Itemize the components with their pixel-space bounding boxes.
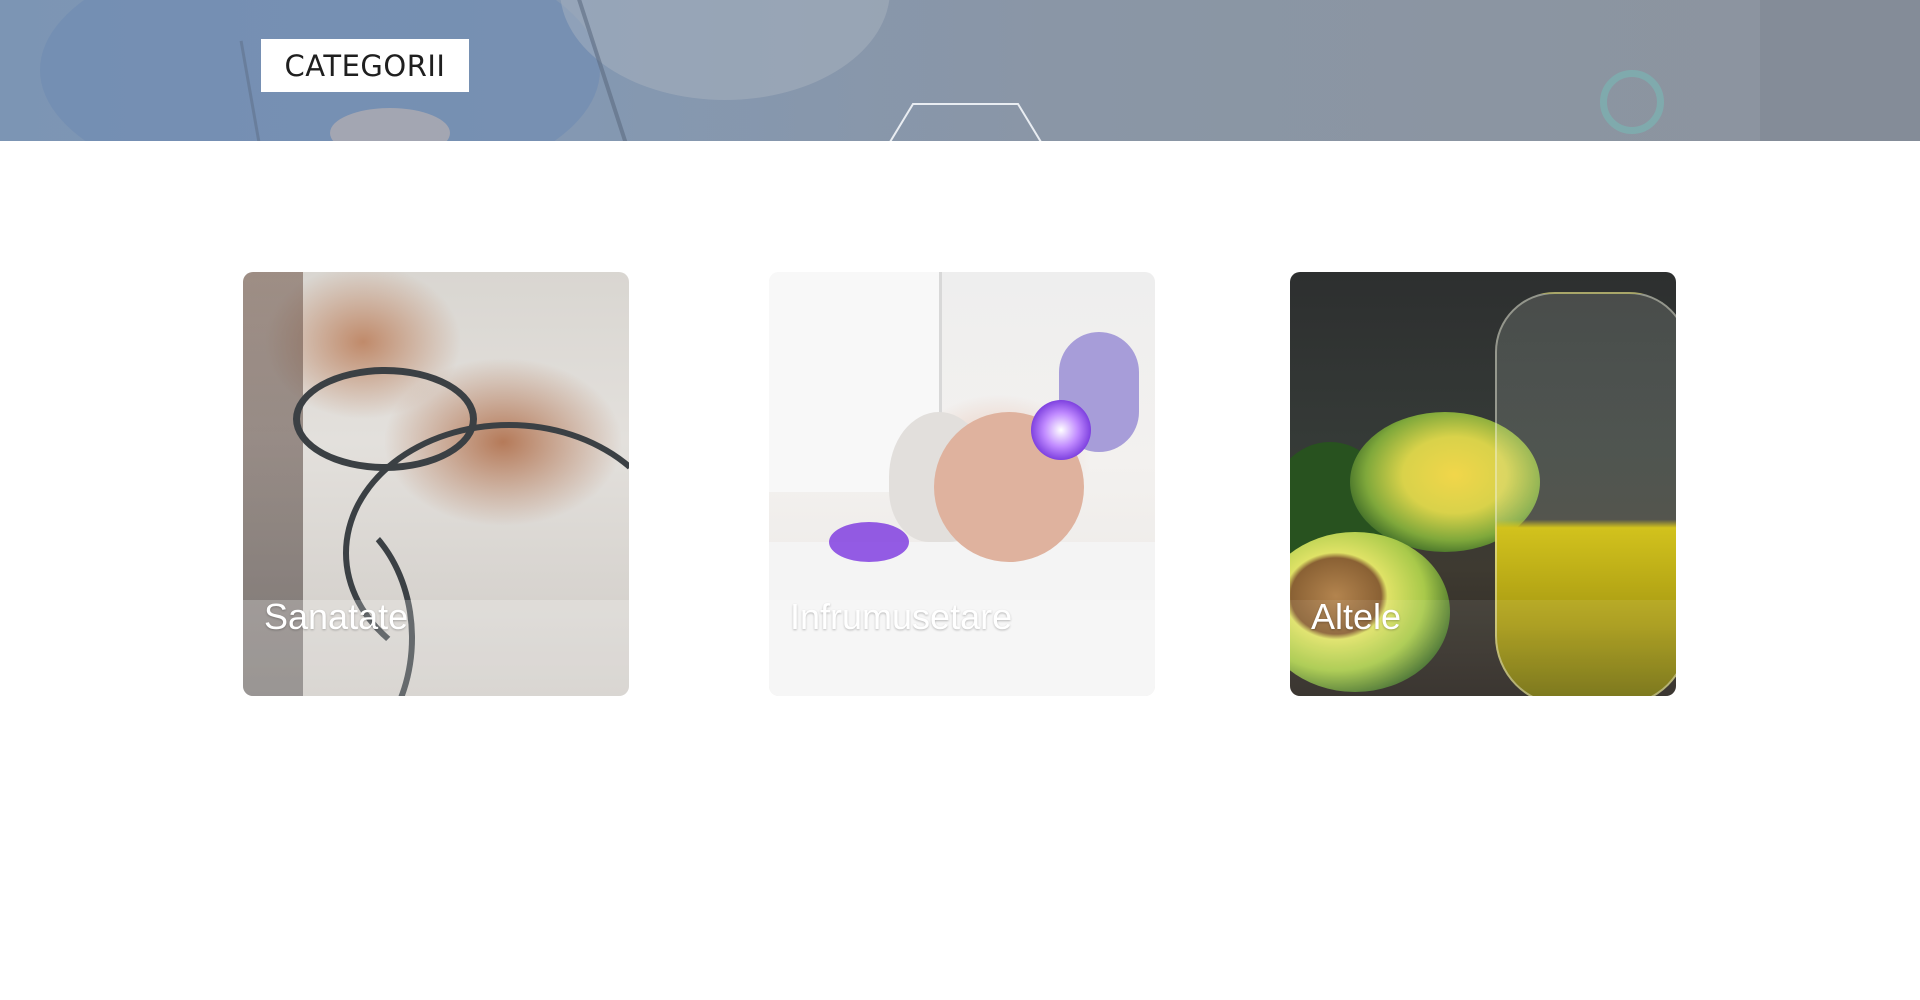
page-title: CATEGORII [261, 39, 469, 92]
hero-background-figure [560, 0, 890, 100]
hero-background-figure [1760, 0, 1920, 141]
category-label: Altele [1311, 596, 1402, 637]
category-card-altele[interactable]: Altele [1290, 272, 1676, 696]
hero-banner: CATEGORII [0, 0, 1920, 141]
hexagon-outline-icon [889, 103, 1042, 141]
category-card-infrumusetare[interactable]: Infrumusetare [769, 272, 1155, 696]
category-label: Infrumusetare [790, 596, 1013, 637]
ring-decoration-icon [1600, 70, 1664, 134]
category-label: Sanatate [264, 596, 409, 637]
category-card-sanatate[interactable]: Sanatate [243, 272, 629, 696]
